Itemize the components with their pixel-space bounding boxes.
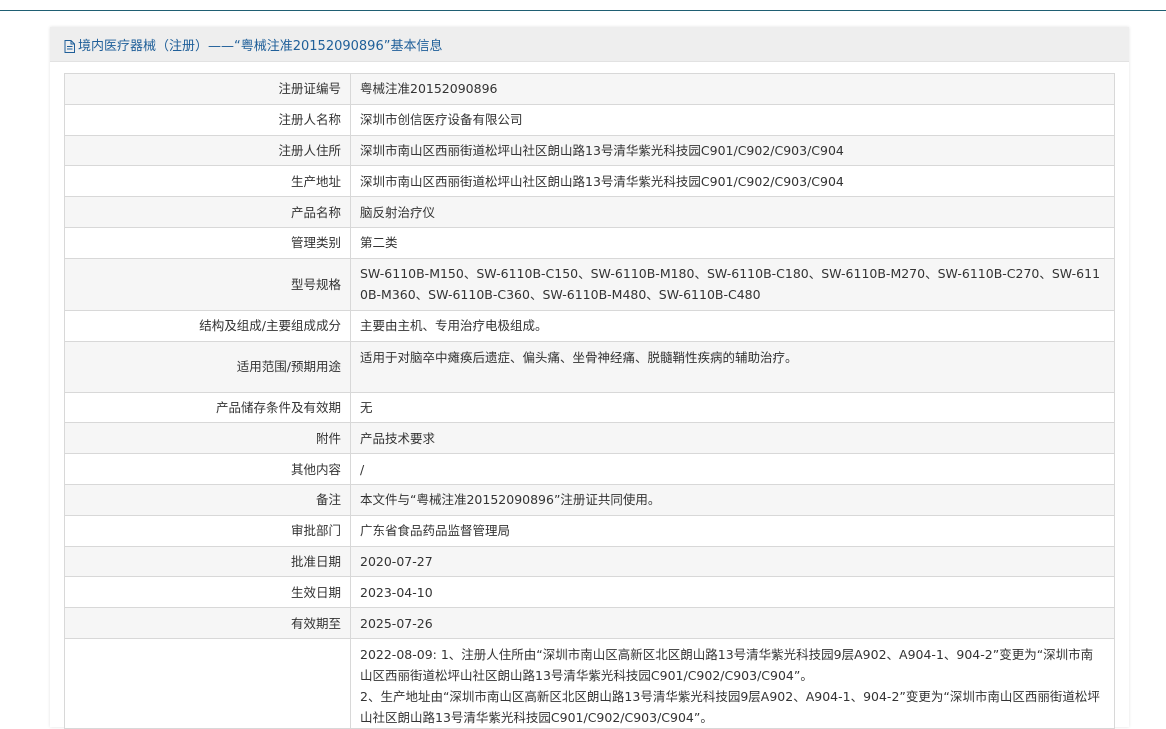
row-label: 型号规格 bbox=[64, 257, 351, 311]
table-row: 产品名称 脑反射治疗仪 bbox=[64, 196, 1115, 228]
table-row: 型号规格 SW-6110B-M150、SW-6110B-C150、SW-6110… bbox=[64, 257, 1115, 311]
row-value: 粤械注准20152090896 bbox=[350, 73, 1115, 105]
row-label: 注册证编号 bbox=[64, 73, 351, 105]
panel-header: 境内医疗器械（注册）——“粤械注准20152090896”基本信息 bbox=[50, 27, 1129, 62]
row-label bbox=[64, 637, 351, 729]
table-row: 附件 产品技术要求 bbox=[64, 422, 1115, 455]
row-value: 2025-07-26 bbox=[350, 607, 1115, 639]
row-value: 2023-04-10 bbox=[350, 576, 1115, 609]
change-line: 2、生产地址由“深圳市南山区高新区北区朗山路13号清华紫光科技园9层A902、A… bbox=[360, 688, 1100, 725]
table-row-changes: 2022-08-09: 1、注册人住所由“深圳市南山区高新区北区朗山路13号清华… bbox=[64, 637, 1115, 729]
row-label: 生效日期 bbox=[64, 576, 351, 609]
page-title: 境内医疗器械（注册）——“粤械注准20152090896”基本信息 bbox=[78, 38, 443, 54]
row-value: 第二类 bbox=[350, 226, 1115, 259]
row-value: 无 bbox=[350, 391, 1115, 424]
table-row: 注册证编号 粤械注准20152090896 bbox=[64, 73, 1115, 105]
row-value: 本文件与“粤械注准20152090896”注册证共同使用。 bbox=[350, 483, 1115, 516]
row-label: 批准日期 bbox=[64, 545, 351, 578]
change-line: 2022-08-09: 1、注册人住所由“深圳市南山区高新区北区朗山路13号清华… bbox=[360, 646, 1094, 683]
row-label: 备注 bbox=[64, 483, 351, 516]
row-label: 审批部门 bbox=[64, 514, 351, 547]
row-value: 适用于对脑卒中瘫痪后遗症、偏头痛、坐骨神经痛、脱髓鞘性疾病的辅助治疗。 bbox=[350, 340, 1115, 393]
row-label: 生产地址 bbox=[64, 165, 351, 198]
table-row: 有效期至 2025-07-26 bbox=[64, 607, 1115, 639]
top-divider-line bbox=[0, 10, 1166, 11]
row-label: 附件 bbox=[64, 422, 351, 455]
table-row: 注册人名称 深圳市创信医疗设备有限公司 bbox=[64, 103, 1115, 136]
row-label: 结构及组成/主要组成成分 bbox=[64, 309, 351, 342]
row-label: 管理类别 bbox=[64, 226, 351, 259]
row-value: SW-6110B-M150、SW-6110B-C150、SW-6110B-M18… bbox=[350, 257, 1115, 311]
table-row: 产品储存条件及有效期 无 bbox=[64, 391, 1115, 424]
row-value: 2020-07-27 bbox=[350, 545, 1115, 578]
row-label: 有效期至 bbox=[64, 607, 351, 639]
row-value: 深圳市创信医疗设备有限公司 bbox=[350, 103, 1115, 136]
row-value: 主要由主机、专用治疗电极组成。 bbox=[350, 309, 1115, 342]
row-value: / bbox=[350, 453, 1115, 485]
row-label: 产品名称 bbox=[64, 196, 351, 228]
row-value: 广东省食品药品监督管理局 bbox=[350, 514, 1115, 547]
table-row: 适用范围/预期用途 适用于对脑卒中瘫痪后遗症、偏头痛、坐骨神经痛、脱髓鞘性疾病的… bbox=[64, 340, 1115, 393]
row-label: 其他内容 bbox=[64, 453, 351, 485]
table-row: 批准日期 2020-07-27 bbox=[64, 545, 1115, 578]
row-label: 产品储存条件及有效期 bbox=[64, 391, 351, 424]
change-history: 2022-08-09: 1、注册人住所由“深圳市南山区高新区北区朗山路13号清华… bbox=[350, 637, 1115, 729]
table-row: 管理类别 第二类 bbox=[64, 226, 1115, 259]
table-row: 生效日期 2023-04-10 bbox=[64, 576, 1115, 609]
row-value: 深圳市南山区西丽街道松坪山社区朗山路13号清华紫光科技园C901/C902/C9… bbox=[350, 165, 1115, 198]
table-row: 生产地址 深圳市南山区西丽街道松坪山社区朗山路13号清华紫光科技园C901/C9… bbox=[64, 165, 1115, 198]
row-value: 脑反射治疗仪 bbox=[350, 196, 1115, 228]
info-panel: 境内医疗器械（注册）——“粤械注准20152090896”基本信息 注册证编号 … bbox=[50, 27, 1129, 729]
table-row: 结构及组成/主要组成成分 主要由主机、专用治疗电极组成。 bbox=[64, 309, 1115, 342]
info-table: 注册证编号 粤械注准20152090896 注册人名称 深圳市创信医疗设备有限公… bbox=[64, 73, 1115, 729]
table-row: 注册人住所 深圳市南山区西丽街道松坪山社区朗山路13号清华紫光科技园C901/C… bbox=[64, 134, 1115, 167]
table-row: 备注 本文件与“粤械注准20152090896”注册证共同使用。 bbox=[64, 483, 1115, 516]
row-value: 产品技术要求 bbox=[350, 422, 1115, 455]
document-icon bbox=[64, 38, 75, 53]
row-label: 适用范围/预期用途 bbox=[64, 340, 351, 393]
row-label: 注册人名称 bbox=[64, 103, 351, 136]
table-row: 审批部门 广东省食品药品监督管理局 bbox=[64, 514, 1115, 547]
table-row: 其他内容 / bbox=[64, 453, 1115, 485]
row-label: 注册人住所 bbox=[64, 134, 351, 167]
row-value: 深圳市南山区西丽街道松坪山社区朗山路13号清华紫光科技园C901/C902/C9… bbox=[350, 134, 1115, 167]
